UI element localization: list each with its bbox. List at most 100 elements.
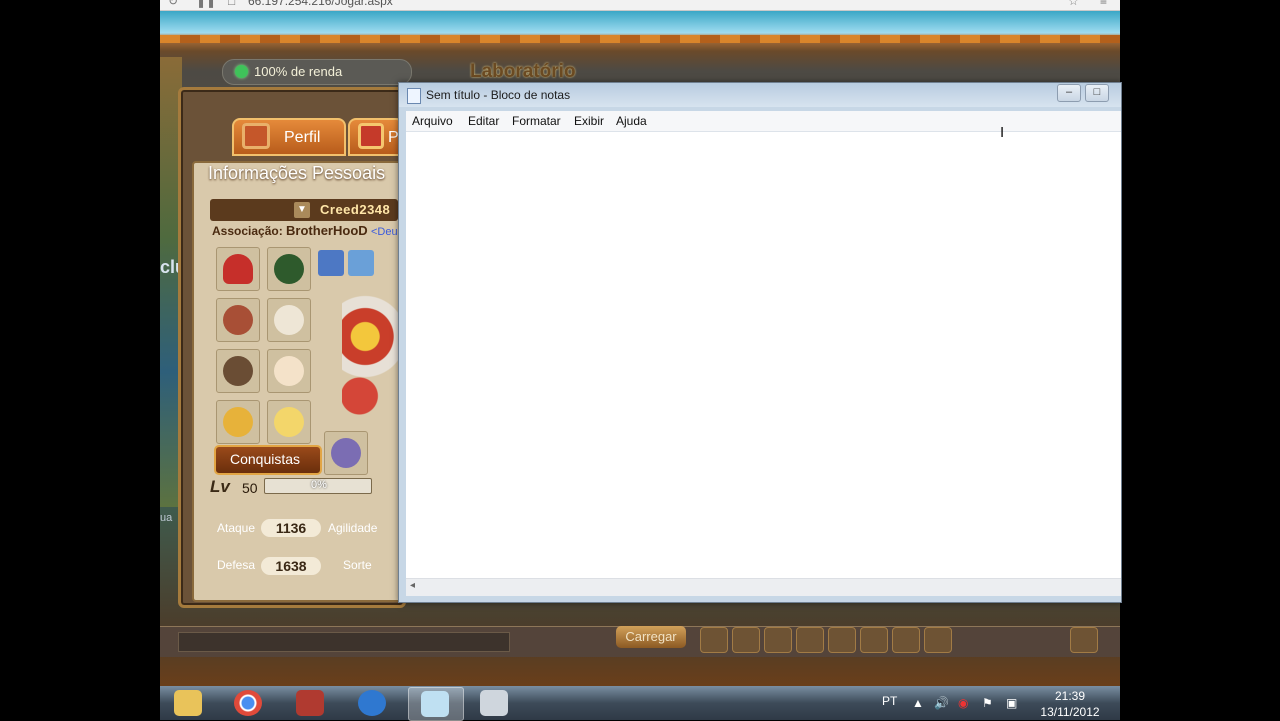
player-name-bar: ▼ Creed2348 [210, 199, 398, 221]
equip-slot-eyes[interactable] [267, 298, 311, 342]
toolbar-shop-icon[interactable] [732, 627, 760, 653]
character-preview [342, 277, 400, 447]
association-tag: <Deu [371, 226, 398, 238]
gift-icon [358, 123, 384, 149]
income-indicator: 100% de renda [222, 59, 412, 85]
crossfire-icon [296, 690, 324, 716]
action-center-flag-icon[interactable]: ⚑ [982, 696, 993, 710]
level-label: Lv [210, 477, 230, 496]
taskbar-explorer[interactable] [162, 687, 216, 719]
menu-bar: Arquivo Editar Formatar Exibir Ajuda [406, 111, 1121, 132]
experience-bar: 0% [264, 478, 372, 494]
experience-percent: 0% [311, 479, 327, 491]
defense-value: 1638 [261, 557, 321, 575]
equip-slot-suit[interactable] [216, 349, 260, 393]
toolbar-guild-icon[interactable] [828, 627, 856, 653]
antivirus-icon[interactable]: ◉ [958, 696, 968, 710]
reload-icon[interactable]: ↻ [168, 0, 178, 8]
notepad-window: Sem título - Bloco de notas – □ Arquivo … [398, 82, 1122, 603]
menu-editar[interactable]: Editar [468, 114, 499, 128]
defense-label: Defesa [217, 558, 256, 572]
notepad-icon [407, 88, 421, 104]
language-indicator[interactable]: PT [882, 694, 897, 708]
show-hidden-icons-icon[interactable]: ▲ [912, 696, 924, 710]
taskbar-ie[interactable] [346, 687, 400, 719]
minimize-button[interactable]: – [1057, 84, 1081, 102]
toolbar-hand-icon[interactable] [892, 627, 920, 653]
conquests-label: Conquistas [230, 451, 301, 467]
equip-slot-hair[interactable] [216, 298, 260, 342]
agility-label: Agilidade [328, 521, 378, 535]
menu-formatar[interactable]: Formatar [512, 114, 561, 128]
badge-icon[interactable] [348, 250, 374, 276]
income-label: 100% de renda [254, 64, 343, 79]
equip-slot-head[interactable] [267, 349, 311, 393]
game-top-border [160, 35, 1120, 43]
notepad-icon [421, 691, 449, 717]
association-name: BrotherHooD [286, 223, 368, 238]
title-bar[interactable]: Sem título - Bloco de notas – □ [399, 83, 1121, 107]
toolbar-settings-icon[interactable] [924, 627, 952, 653]
clock-date[interactable]: 13/11/2012 [1032, 705, 1108, 719]
player-name: Creed2348 [320, 202, 391, 217]
taskbar-chrome[interactable] [222, 687, 276, 719]
conquests-button[interactable]: Conquistas [214, 445, 322, 475]
volume-icon[interactable]: 🔊 [934, 696, 949, 710]
network-icon[interactable]: ▣ [1006, 696, 1017, 710]
hair-icon [223, 305, 253, 335]
status-dot-icon [235, 65, 248, 78]
bookmark-star-icon[interactable]: ☆ [1068, 0, 1079, 8]
section-title: Informações Pessoais [208, 163, 386, 183]
toolbar-rank-icon[interactable] [860, 627, 888, 653]
suit-icon [223, 356, 253, 386]
taskbar-crossfire[interactable] [284, 687, 338, 719]
text-cursor-icon: I [1000, 124, 1005, 141]
folder-icon [174, 690, 202, 716]
tab-gifts[interactable]: P [348, 118, 404, 156]
taskbar: PT ▲ 🔊 ◉ ⚑ ▣ 21:39 13/11/2012 [160, 686, 1120, 721]
dropdown-arrow-icon[interactable]: ▼ [294, 202, 310, 218]
toolbar-mail-icon[interactable] [764, 627, 792, 653]
menu-exibir[interactable]: Exibir [574, 114, 604, 128]
scroll-left-icon[interactable]: ◂ [410, 580, 415, 591]
toolbar-exit-icon[interactable] [1070, 627, 1098, 653]
browser-toolbar: ↻ ❚❚ □ 66.197.254.216/Jogar.aspx ☆ ≡ [160, 0, 1120, 11]
chrome-icon [234, 690, 262, 716]
side-text-lower: ua [160, 512, 173, 524]
location-title: Laboratório [470, 61, 576, 82]
tab-profile-label: Perfil [284, 129, 321, 146]
association-line: Associação: BrotherHooD <Deu [212, 223, 398, 238]
menu-arquivo[interactable]: Arquivo [412, 114, 453, 128]
text-area[interactable] [406, 132, 1121, 578]
eyes-icon [274, 305, 304, 335]
hat-icon [223, 254, 253, 284]
menu-icon[interactable]: ≡ [1100, 0, 1107, 8]
taskbar-camera[interactable] [468, 687, 522, 719]
load-button[interactable]: Carregar [616, 626, 686, 648]
horizontal-scrollbar[interactable]: ◂ [406, 578, 1121, 596]
internet-explorer-icon [358, 690, 386, 716]
character-icon [223, 407, 253, 437]
page-icon: □ [228, 0, 236, 8]
menu-ajuda[interactable]: Ajuda [616, 114, 647, 128]
stop-icon[interactable]: ❚❚ [196, 0, 216, 8]
maximize-button[interactable]: □ [1085, 84, 1109, 102]
game-bottom-bar: Carregar [160, 626, 1120, 657]
clock-time[interactable]: 21:39 [1040, 689, 1100, 703]
toolbar-friends-icon[interactable] [796, 627, 824, 653]
equip-slot-avatar[interactable] [216, 400, 260, 444]
address-bar[interactable]: 66.197.254.216/Jogar.aspx [248, 0, 393, 8]
equip-slot-effect[interactable] [267, 400, 311, 444]
equip-slot-hat[interactable] [216, 247, 260, 291]
equip-slot-face[interactable] [267, 247, 311, 291]
taskbar-notepad[interactable] [408, 687, 464, 721]
attack-label: Ataque [217, 521, 256, 535]
chat-input[interactable] [178, 632, 510, 652]
luck-label: Sorte [343, 558, 372, 572]
toolbar-bag-icon[interactable] [700, 627, 728, 653]
tab-profile[interactable]: Perfil [232, 118, 346, 156]
level-value: 50 [242, 480, 258, 496]
badge-icon[interactable] [318, 250, 344, 276]
cloud-icon [274, 407, 304, 437]
face-icon [274, 356, 304, 386]
